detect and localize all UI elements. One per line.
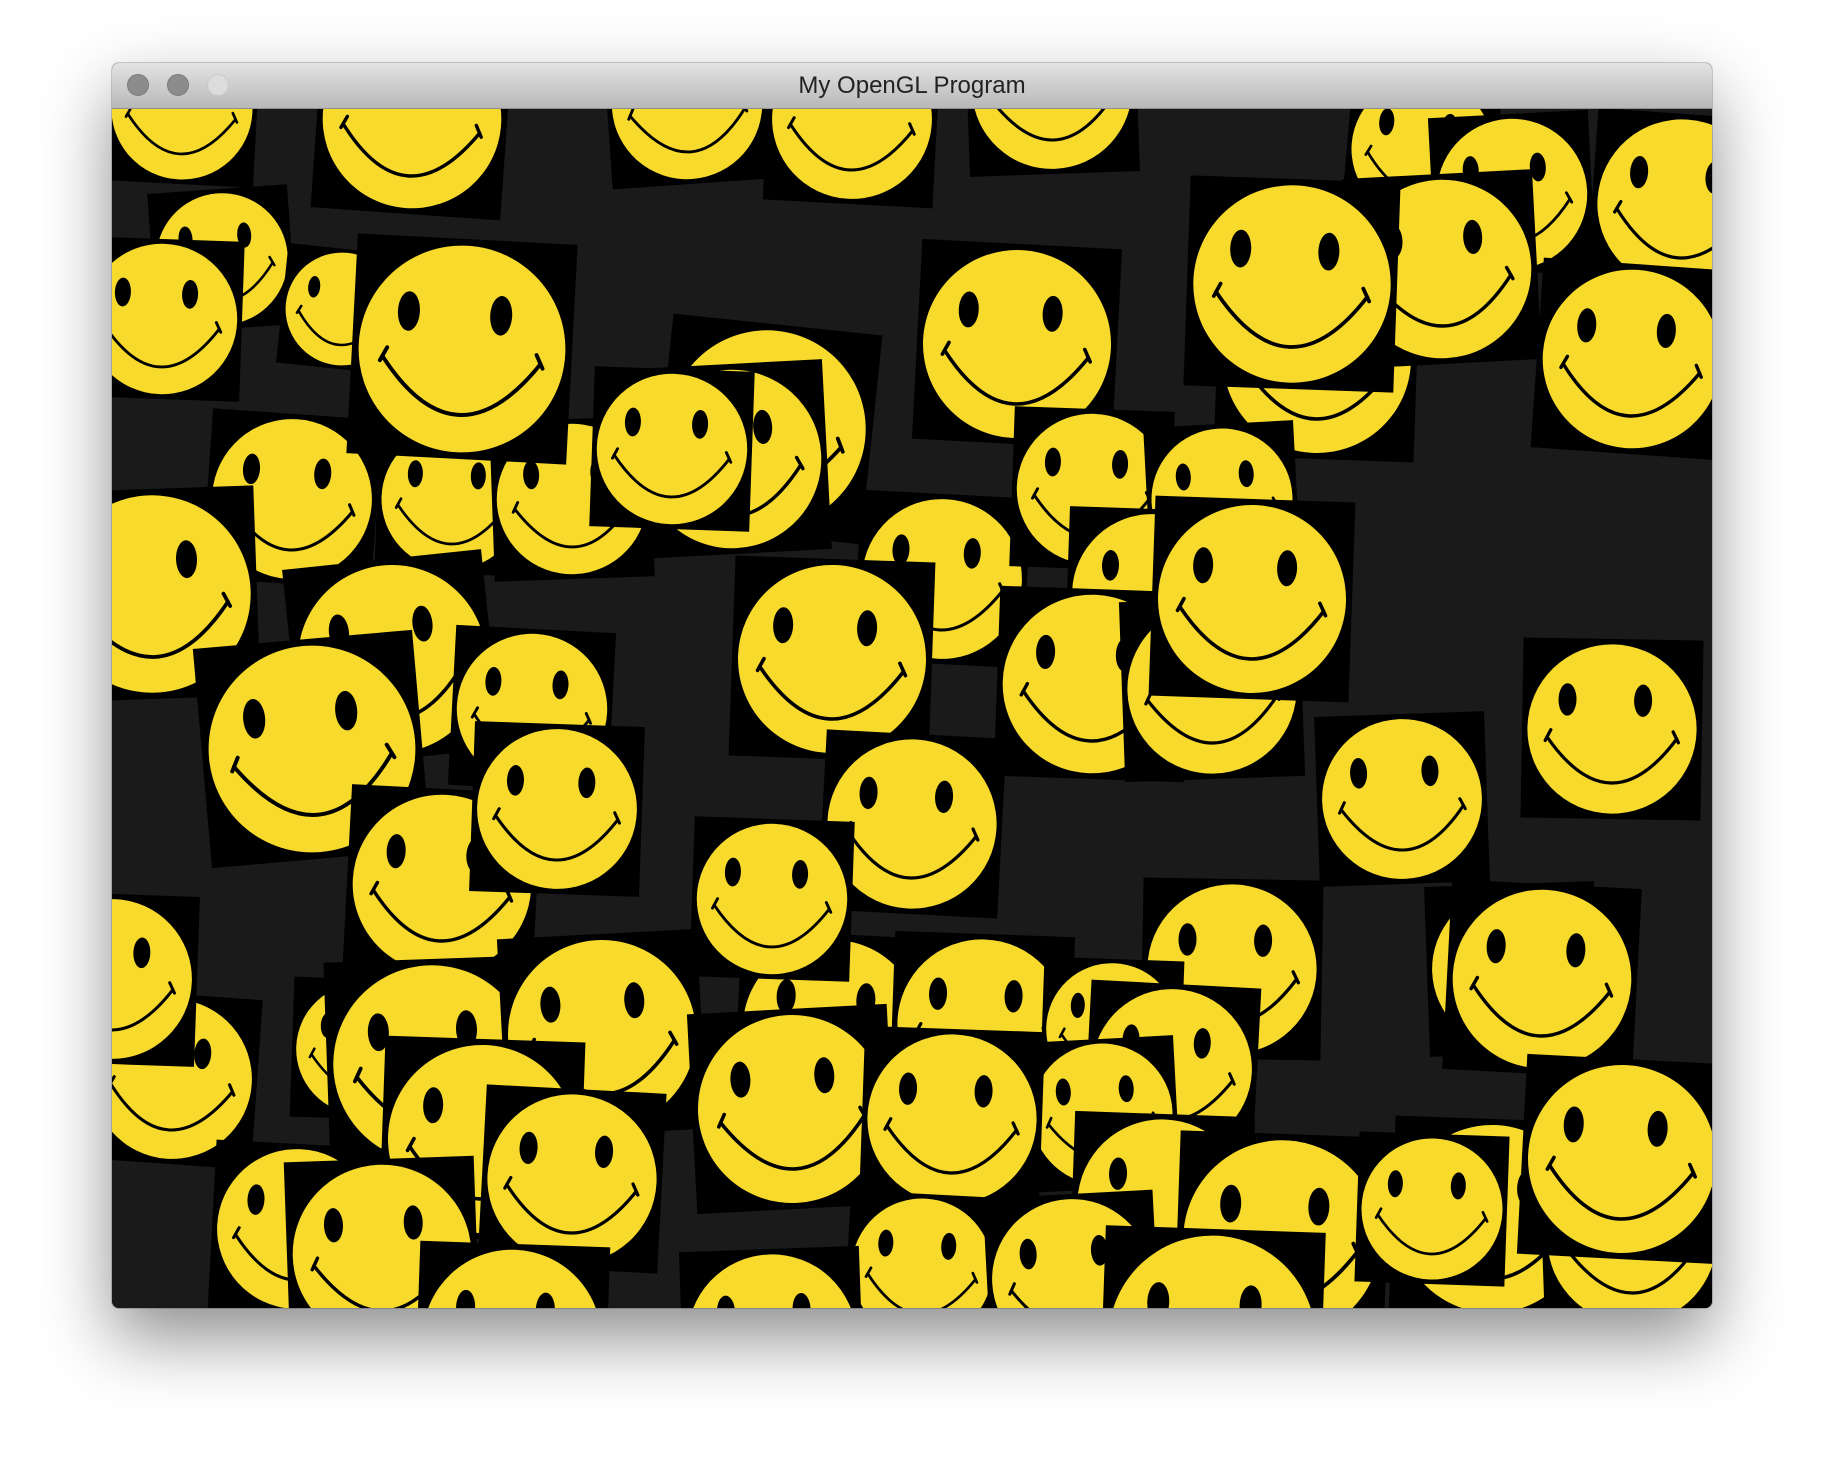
smiley-face-icon [843, 1190, 1001, 1308]
smiley-face-icon [589, 366, 755, 532]
sprite-scene [112, 109, 1712, 1308]
smiley-face-icon [858, 1025, 1046, 1213]
smiley-face-icon [1442, 879, 1642, 1079]
app-window: My OpenGL Program [112, 63, 1712, 1308]
smiley-face-icon [346, 233, 578, 465]
title-bar[interactable]: My OpenGL Program [112, 63, 1712, 109]
window-title: My OpenGL Program [798, 72, 1026, 99]
smiley-face-icon [601, 109, 773, 190]
smiley-face-icon [1520, 637, 1704, 821]
smiley-face-icon [1354, 1131, 1510, 1287]
smiley-face-icon [1516, 1053, 1712, 1265]
smiley-face-icon [112, 891, 200, 1067]
smiley-face-icon [112, 236, 245, 402]
smiley-face-icon [1183, 175, 1401, 393]
opengl-viewport[interactable] [112, 109, 1712, 1308]
smiley-face-icon [413, 1240, 611, 1308]
smiley-face-icon [1530, 257, 1712, 461]
smiley-face-icon [310, 109, 514, 221]
smiley-face-icon [112, 109, 261, 188]
smiley-face-icon [689, 816, 855, 982]
smiley-face-icon [1314, 711, 1490, 887]
smiley-face-icon [964, 109, 1140, 177]
smiley-face-icon [1148, 495, 1356, 703]
smiley-face-icon [1098, 1225, 1326, 1308]
smiley-face-icon [469, 721, 645, 897]
smiley-face-icon [678, 1245, 866, 1308]
smiley-face-icon [762, 109, 942, 209]
